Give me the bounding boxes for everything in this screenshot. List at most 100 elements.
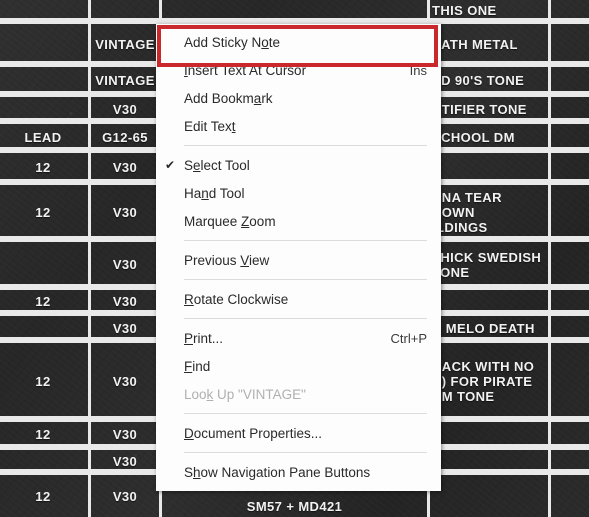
menu-item-label: Show Navigation Pane Buttons — [184, 464, 371, 480]
menu-item-label: Document Properties... — [184, 425, 323, 441]
menu-item-look-up: Look Up "VINTAGE" — [156, 380, 441, 408]
table-cell-text: THIS ONE — [432, 3, 497, 18]
table-cell-mic-caption: SM57 + MD421 — [246, 498, 343, 514]
menu-item-label: Select Tool — [184, 157, 250, 173]
table-cell-text: 12 — [35, 488, 51, 504]
table-cell: 12 — [0, 475, 86, 517]
table-cell-text: 12 — [35, 373, 51, 389]
menu-item-label: Insert Text At Cursor — [184, 62, 307, 78]
menu-item-show-navigation-pane-buttons[interactable]: Show Navigation Pane Buttons — [156, 458, 441, 486]
menu-item-accelerator: F — [184, 358, 193, 374]
table-cell-text: 12 — [35, 160, 51, 175]
table-cell: G12-65 — [91, 124, 159, 150]
table-cell-text: G12-65 — [102, 129, 148, 145]
table-cell: H MELO DEATH — [432, 316, 548, 340]
screenshot-root: THIS ONE VINTAGE EATH METAL VINTAGE ED 90'S … — [0, 0, 589, 517]
menu-item-label: Rotate Clockwise — [184, 291, 289, 307]
menu-item-label: Add Sticky Note — [184, 34, 281, 50]
table-cell: V30 — [91, 422, 159, 447]
menu-item-accelerator: P — [184, 330, 194, 346]
menu-item-label: Print... — [184, 330, 224, 346]
table-cell: V30 — [91, 450, 159, 472]
table-cell-text: EATH METAL — [432, 36, 518, 52]
table-cell-text: SCHOOL DM — [432, 129, 515, 145]
menu-item-label: Edit Text — [184, 118, 236, 134]
menu-separator — [184, 145, 427, 146]
menu-separator — [184, 279, 427, 280]
table-cell: V30 — [91, 185, 159, 239]
table-cell: V30 — [91, 97, 159, 121]
table-cell-text: VINTAGE — [95, 73, 155, 88]
menu-item-accelerator: I — [184, 62, 188, 78]
checkmark-icon: ✔ — [164, 158, 176, 172]
menu-item-label: Look Up "VINTAGE" — [184, 386, 306, 402]
menu-separator — [184, 413, 427, 414]
menu-item-marquee-zoom[interactable]: Marquee Zoom — [156, 207, 441, 235]
table-cell: 12 — [0, 343, 86, 419]
table-cell-text: V30 — [112, 488, 138, 504]
menu-item-add-bookmark[interactable]: Add Bookmark — [156, 84, 441, 112]
table-cell-text: THICK SWEDISH TONE — [432, 249, 542, 280]
menu-separator — [184, 240, 427, 241]
menu-item-label: Previous View — [184, 252, 270, 268]
context-menu[interactable]: Add Sticky Note Insert Text At Cursor Ins A… — [156, 24, 441, 491]
menu-item-select-tool[interactable]: ✔ Select Tool — [156, 151, 441, 179]
menu-item-add-sticky-note[interactable]: Add Sticky Note — [156, 28, 441, 56]
table-cell-text: V30 — [112, 294, 138, 309]
menu-item-label: Add Bookmark — [184, 90, 273, 106]
table-cell-text: V30 — [112, 373, 138, 389]
table-cell-text: 12 — [35, 294, 51, 309]
table-cell-text: CTIFIER TONE — [432, 101, 527, 117]
table-cell: CTIFIER TONE — [432, 97, 548, 121]
table-cell: THICK SWEDISH TONE — [432, 242, 548, 287]
menu-item-insert-text-at-cursor[interactable]: Insert Text At Cursor Ins — [156, 56, 441, 84]
menu-item-find[interactable]: Find — [156, 352, 441, 380]
table-cell-text: RACK WITH NO B) FOR PIRATE UM TONE — [432, 358, 535, 404]
table-cell-text: V30 — [112, 427, 138, 442]
menu-item-label: Hand Tool — [184, 185, 245, 201]
menu-item-document-properties[interactable]: Document Properties... — [156, 419, 441, 447]
menu-item-shortcut: Ctrl+P — [390, 330, 427, 346]
table-cell-text: NNA TEAR DOWN ILDINGS — [432, 189, 502, 235]
menu-item-accelerator: Z — [241, 213, 250, 229]
menu-item-accelerator: R — [184, 291, 194, 307]
menu-item-accelerator: t — [231, 118, 236, 134]
menu-item-accelerator: h — [193, 464, 201, 480]
table-cell: VINTAGE — [91, 24, 159, 64]
table-cell-text: V30 — [112, 160, 138, 175]
table-cell-text: VINTAGE — [95, 36, 155, 52]
menu-item-shortcut: Ins — [409, 62, 427, 78]
table-cell: LEAD — [0, 124, 86, 150]
menu-item-hand-tool[interactable]: Hand Tool — [156, 179, 441, 207]
menu-item-label: Find — [184, 358, 211, 374]
menu-item-accelerator: n — [201, 185, 209, 201]
table-cell-text: 12 — [35, 204, 51, 220]
menu-item-previous-view[interactable]: Previous View — [156, 246, 441, 274]
menu-separator — [184, 452, 427, 453]
table-column-divider — [548, 0, 551, 517]
menu-item-edit-text[interactable]: Edit Text — [156, 112, 441, 140]
menu-item-label: Marquee Zoom — [184, 213, 276, 229]
table-cell: V30 — [91, 153, 159, 182]
table-cell: ED 90'S TONE — [432, 67, 548, 94]
menu-item-accelerator: a — [253, 90, 262, 106]
table-cell: V30 — [91, 242, 159, 287]
menu-item-accelerator: k — [206, 386, 214, 402]
table-cell-text: V30 — [112, 204, 138, 220]
menu-separator — [184, 318, 427, 319]
table-cell: THIS ONE — [432, 0, 548, 21]
table-cell: V30 — [91, 343, 159, 419]
menu-item-accelerator: o — [261, 34, 269, 50]
table-cell: V30 — [91, 475, 159, 517]
menu-item-accelerator: V — [240, 252, 250, 268]
menu-item-print[interactable]: Print... Ctrl+P — [156, 324, 441, 352]
table-cell: 12 — [0, 185, 86, 239]
menu-item-accelerator: e — [193, 157, 201, 173]
table-cell: RACK WITH NO B) FOR PIRATE UM TONE — [432, 343, 548, 419]
table-cell-text: ED 90'S TONE — [432, 73, 525, 88]
table-cell-text: H MELO DEATH — [432, 320, 535, 336]
table-cell: V30 — [91, 316, 159, 340]
table-cell-text: V30 — [112, 320, 138, 336]
menu-item-rotate-clockwise[interactable]: Rotate Clockwise — [156, 285, 441, 313]
table-cell: NNA TEAR DOWN ILDINGS — [432, 185, 548, 239]
